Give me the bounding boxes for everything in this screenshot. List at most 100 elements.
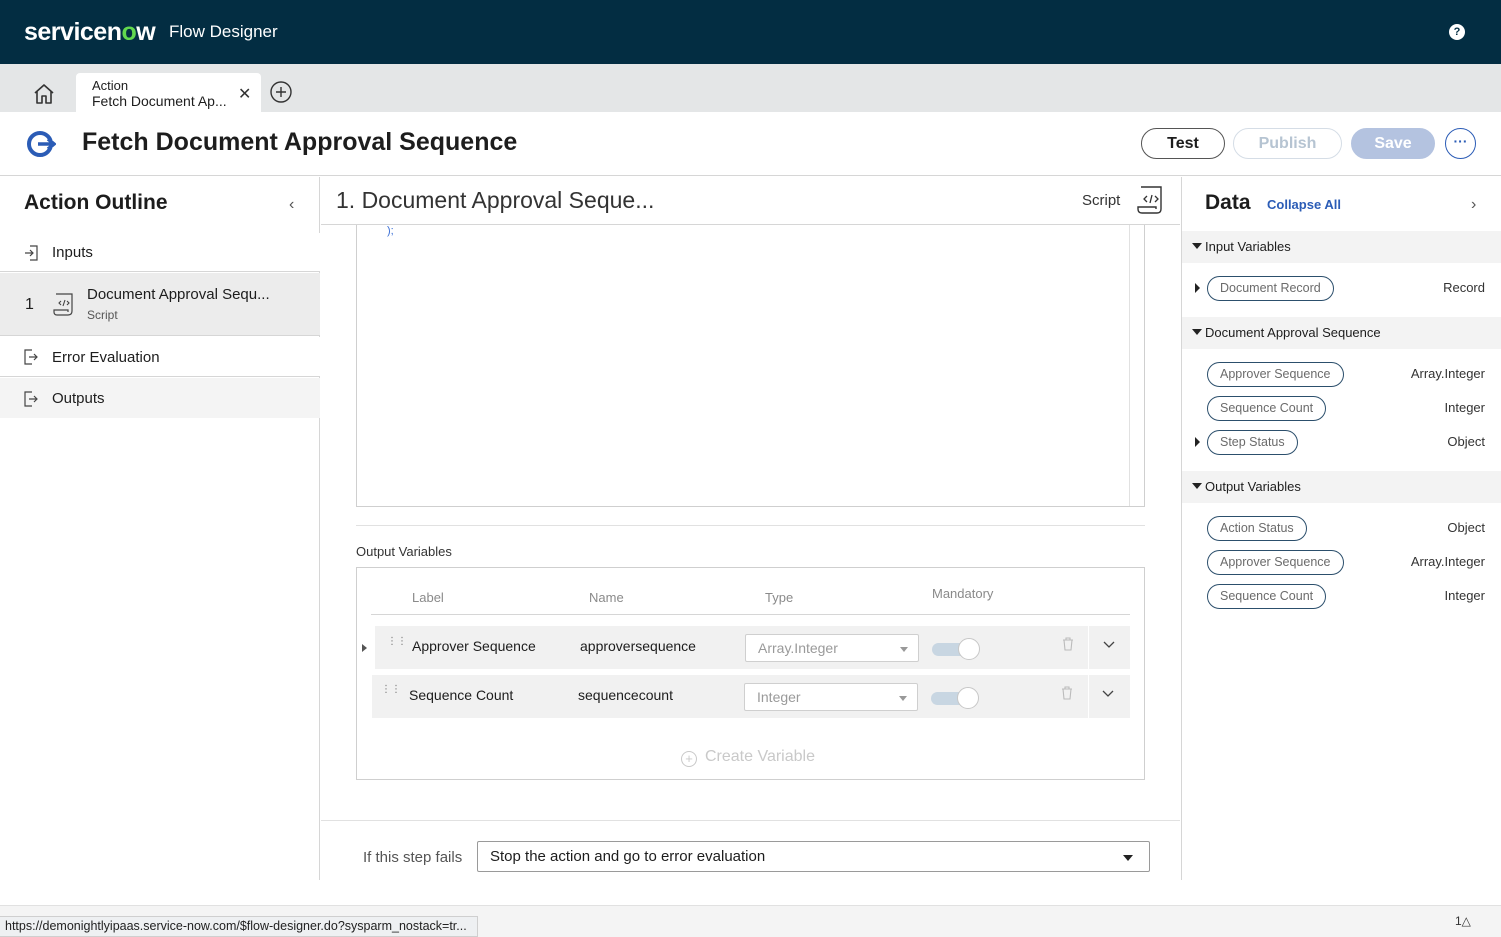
row-name[interactable]: sequencecount: [578, 687, 673, 703]
data-pill[interactable]: Document Record: [1207, 276, 1334, 301]
caret-down-icon: [1192, 243, 1202, 249]
outline-item-inputs[interactable]: Inputs: [0, 233, 320, 272]
app-title: Flow Designer: [169, 22, 278, 41]
divider: [356, 525, 1145, 526]
collapse-outline-icon[interactable]: ‹: [289, 196, 294, 214]
step-title: 1. Document Approval Seque...: [336, 187, 655, 213]
table-row: ⋮⋮ Sequence Count sequencecount Integer: [372, 675, 1130, 718]
page-title: Fetch Document Approval Sequence: [82, 128, 518, 156]
step-name: Document Approval Sequ...: [87, 286, 270, 303]
toggle-knob: [958, 638, 980, 660]
close-icon[interactable]: ✕: [238, 84, 251, 104]
mandatory-toggle[interactable]: [932, 638, 982, 660]
data-pill-type: Array.Integer: [1410, 366, 1485, 381]
editor-text: );: [387, 225, 394, 237]
servicenow-logo[interactable]: servicenow: [24, 18, 156, 47]
type-select-value: Array.Integer: [758, 640, 838, 656]
data-pill[interactable]: Step Status: [1207, 430, 1298, 455]
caret-right-icon[interactable]: [1195, 283, 1200, 293]
output-icon: [24, 349, 38, 365]
data-group-input-variables[interactable]: Input Variables: [1182, 231, 1501, 263]
create-variable-button[interactable]: + Create Variable: [681, 748, 815, 767]
editor-scrollbar[interactable]: [1129, 225, 1130, 506]
add-tab-icon[interactable]: [270, 81, 292, 103]
step-type-label: Script: [1082, 192, 1121, 209]
drag-handle-icon[interactable]: ⋮⋮: [381, 685, 401, 695]
divider: [371, 614, 1130, 615]
outline-item-step[interactable]: 1 Document Approval Sequ... Script: [0, 273, 320, 336]
toggle-knob: [957, 687, 979, 709]
data-group-label: Document Approval Sequence: [1205, 325, 1381, 340]
column-header-name: Name: [589, 590, 624, 605]
table-row: ⋮⋮ Approver Sequence approversequence Ar…: [375, 626, 1130, 669]
mandatory-toggle[interactable]: [931, 687, 981, 709]
publish-button[interactable]: Publish: [1233, 128, 1342, 159]
action-icon: [27, 131, 56, 157]
more-options-button[interactable]: ···: [1445, 128, 1476, 159]
fail-label: If this step fails: [363, 849, 463, 866]
outline-item-error-evaluation[interactable]: Error Evaluation: [0, 337, 320, 377]
chevron-down-icon: [1123, 855, 1133, 861]
data-group-step[interactable]: Document Approval Sequence: [1182, 317, 1501, 349]
row-label[interactable]: Sequence Count: [409, 687, 513, 703]
data-pill-type: Record: [1443, 280, 1485, 295]
tab-label: Fetch Document Ap...: [92, 93, 227, 109]
row-label[interactable]: Approver Sequence: [412, 638, 536, 654]
trash-icon[interactable]: [1061, 686, 1073, 700]
caret-right-icon[interactable]: [1195, 437, 1200, 447]
script-editor[interactable]: );: [356, 225, 1145, 507]
data-pill[interactable]: Sequence Count: [1207, 584, 1327, 609]
outline-item-label: Outputs: [52, 390, 105, 407]
step-number: 1: [25, 296, 34, 313]
outline-item-label: Error Evaluation: [52, 349, 160, 366]
row-name[interactable]: approversequence: [580, 638, 696, 654]
drag-handle-icon[interactable]: ⋮⋮: [387, 637, 407, 647]
data-pill-type: Integer: [1444, 400, 1485, 415]
data-pill-type: Integer: [1444, 588, 1485, 603]
divider: [1088, 626, 1089, 669]
script-icon: [53, 293, 73, 316]
data-pill-type: Object: [1447, 520, 1485, 535]
tab-action[interactable]: Action Fetch Document Ap... ✕: [76, 73, 261, 112]
outline-title: Action Outline: [24, 191, 168, 214]
chevron-down-icon: [899, 696, 907, 701]
data-pill-type: Object: [1447, 434, 1485, 449]
output-icon: [24, 391, 38, 407]
data-pill[interactable]: Action Status: [1207, 516, 1307, 541]
collapse-all-link[interactable]: Collapse All: [1267, 197, 1341, 212]
help-icon[interactable]: ?: [1449, 24, 1465, 40]
caret-down-icon: [1192, 483, 1202, 489]
input-icon: [25, 245, 38, 261]
test-button[interactable]: Test: [1141, 128, 1225, 159]
data-group-label: Output Variables: [1205, 479, 1301, 494]
outline-item-label: Inputs: [52, 244, 93, 261]
trash-icon[interactable]: [1062, 637, 1074, 651]
home-icon[interactable]: [30, 80, 58, 108]
link-url-tooltip: https://demonightlyipaas.service-now.com…: [0, 916, 478, 937]
save-button[interactable]: Save: [1351, 128, 1435, 159]
chevron-down-icon: [900, 647, 908, 652]
notification-indicator[interactable]: 1△: [1455, 914, 1471, 928]
column-header-type: Type: [765, 590, 794, 605]
data-pane-title: Data: [1205, 191, 1251, 214]
fail-action-select[interactable]: Stop the action and go to error evaluati…: [477, 841, 1150, 872]
outline-item-outputs[interactable]: Outputs: [0, 378, 320, 418]
chevron-down-icon[interactable]: [1102, 638, 1116, 650]
row-expand-icon[interactable]: [362, 644, 367, 652]
data-pill[interactable]: Sequence Count: [1207, 396, 1327, 421]
data-group-output-variables[interactable]: Output Variables: [1182, 471, 1501, 503]
data-pill-type: Array.Integer: [1410, 554, 1485, 569]
data-pill[interactable]: Approver Sequence: [1207, 362, 1344, 387]
chevron-right-icon[interactable]: ›: [1471, 196, 1476, 214]
type-select[interactable]: Integer: [744, 683, 918, 711]
tab-kind: Action: [92, 78, 129, 93]
chevron-down-icon[interactable]: [1101, 687, 1115, 699]
fail-action-value: Stop the action and go to error evaluati…: [490, 848, 766, 865]
data-pill[interactable]: Approver Sequence: [1207, 550, 1344, 575]
divider: [1088, 675, 1089, 718]
type-select[interactable]: Array.Integer: [745, 634, 919, 662]
data-group-label: Input Variables: [1205, 239, 1291, 254]
script-icon: [1137, 186, 1162, 214]
create-variable-label: Create Variable: [705, 748, 815, 765]
column-header-mandatory: Mandatory: [932, 586, 994, 601]
